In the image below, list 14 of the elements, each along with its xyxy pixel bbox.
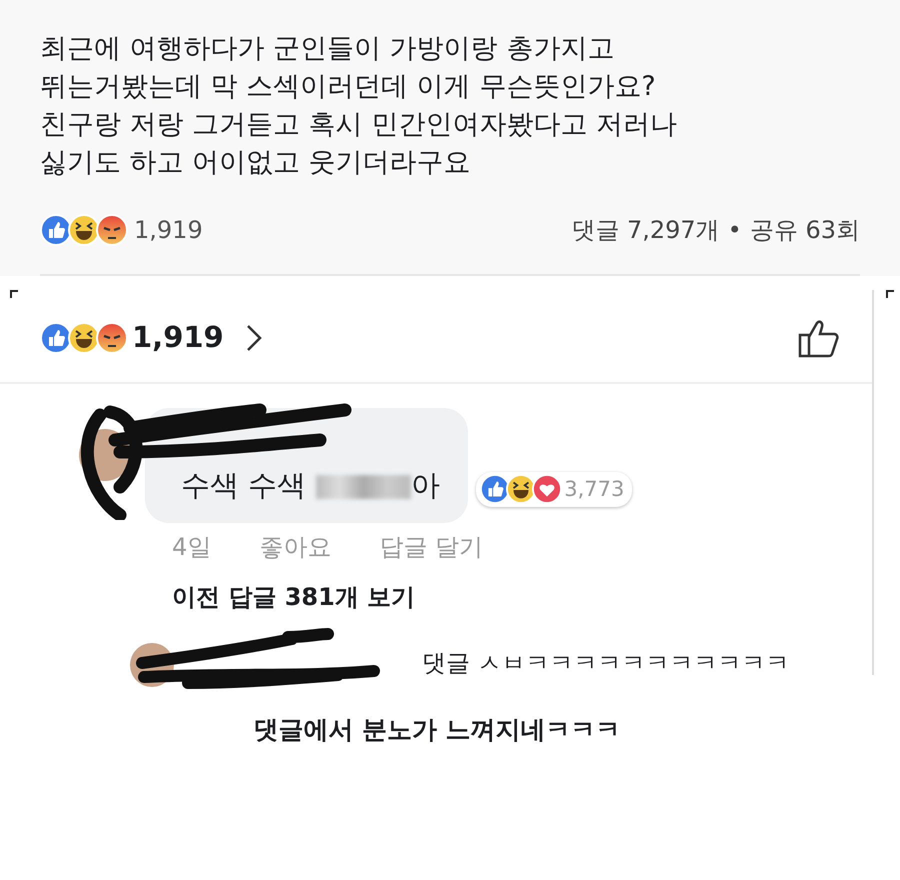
reaction-count: 3,773 <box>564 476 624 502</box>
comment-count[interactable]: 댓글 7,297개 <box>571 212 720 248</box>
view-replies-link[interactable]: 이전 답글 381개 보기 <box>172 579 872 615</box>
reaction-count[interactable]: 1,919 <box>132 316 224 360</box>
chevron-right-icon[interactable] <box>246 324 262 352</box>
reply-text: 댓글 ㅅㅂㅋㅋㅋㅋㅋㅋㅋㅋㅋㅋㅋ <box>422 648 790 679</box>
corner-mark-icon <box>886 290 894 298</box>
share-count[interactable]: 공유 63회 <box>750 212 860 248</box>
caption-text: 댓글에서 분노가 느껴지네ㅋㅋㅋ <box>252 714 622 746</box>
reaction-count: 1,919 <box>134 215 203 246</box>
post-text: 최근에 여행하다가 군인들이 가방이랑 총가지고 뛰는거봤는데 막 스섹이러던데 이게 무슨뜻인가요? 친구랑 저랑 그거듣고 혹시 민간인여자봤다고 저러나 싫기도 하고 어이없고 웃기더라구요 <box>40 32 678 180</box>
comment-time: 4일 <box>172 532 212 563</box>
separator-dot: • <box>728 215 742 246</box>
corner-mark-icon <box>10 290 18 298</box>
